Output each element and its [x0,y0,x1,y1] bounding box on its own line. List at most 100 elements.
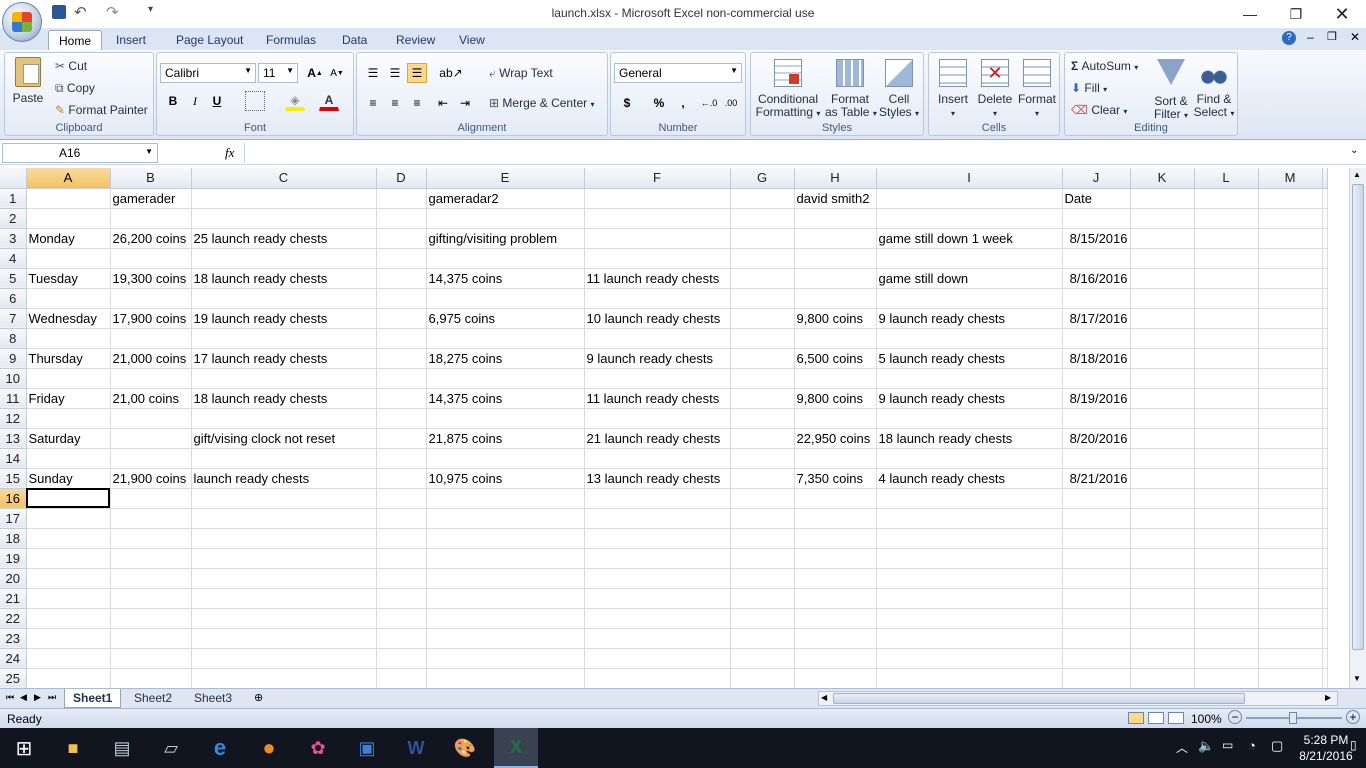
word-icon[interactable]: W [400,732,432,764]
cell-e25[interactable] [426,668,585,688]
cell-b22[interactable] [110,608,192,629]
cell-l22[interactable] [1194,608,1259,629]
cell-h13[interactable]: 22,950 coins [794,428,877,449]
cell-b14[interactable] [110,448,192,469]
cell-f1[interactable] [584,188,731,209]
borders-icon[interactable] [245,91,265,111]
cell-h1[interactable]: david smith2 [794,188,877,209]
cell-g24[interactable] [730,648,795,669]
cell-e21[interactable] [426,588,585,609]
cell-a25[interactable] [26,668,111,688]
cell-d13[interactable] [376,428,427,449]
column-header-m[interactable]: M [1258,168,1323,189]
cell-m25[interactable] [1258,668,1323,688]
align-bottom-icon[interactable]: ☰ [407,63,427,83]
page-layout-view-icon[interactable] [1148,712,1164,724]
cell-l5[interactable] [1194,268,1259,289]
cell-e16[interactable] [426,488,585,509]
name-box-dropdown-icon[interactable]: ▼ [145,147,153,156]
normal-view-icon[interactable] [1128,712,1144,724]
cell-k2[interactable] [1130,208,1195,229]
cell-e5[interactable]: 14,375 coins [426,268,585,289]
cell-c5[interactable]: 18 launch ready chests [191,268,377,289]
cell-h4[interactable] [794,248,877,269]
autosum-button[interactable]: Σ AutoSum ▾ [1071,59,1138,73]
cell-e9[interactable]: 18,275 coins [426,348,585,369]
cell-h11[interactable]: 9,800 coins [794,388,877,409]
cell-c24[interactable] [191,648,377,669]
column-header-g[interactable]: G [730,168,795,189]
cell-l10[interactable] [1194,368,1259,389]
tab-page-layout[interactable]: Page Layout [166,30,253,50]
cell-e12[interactable] [426,408,585,429]
cell-c2[interactable] [191,208,377,229]
tab-insert[interactable]: Insert [106,30,156,50]
cell-d14[interactable] [376,448,427,469]
decrease-decimal-icon[interactable]: .00 [721,93,741,113]
cell-i11[interactable]: 9 launch ready chests [876,388,1063,409]
cell-m4[interactable] [1258,248,1323,269]
cell-f4[interactable] [584,248,731,269]
cell-j1[interactable]: Date [1062,188,1131,209]
cell-a20[interactable] [26,568,111,589]
font-name-combo[interactable]: Calibri ▼ [160,63,256,83]
cell-j22[interactable] [1062,608,1131,629]
cell-k22[interactable] [1130,608,1195,629]
cell-a2[interactable] [26,208,111,229]
cell-g6[interactable] [730,288,795,309]
cell-j14[interactable] [1062,448,1131,469]
cell-g17[interactable] [730,508,795,529]
row-header[interactable]: 20 [0,568,27,589]
cell-j11[interactable]: 8/19/2016 [1062,388,1131,409]
cell-c21[interactable] [191,588,377,609]
cell-b15[interactable]: 21,900 coins [110,468,192,489]
align-top-icon[interactable]: ☰ [363,63,383,83]
cell-c12[interactable] [191,408,377,429]
cell-g10[interactable] [730,368,795,389]
cell-j25[interactable] [1062,668,1131,688]
align-left-icon[interactable]: ≡ [363,93,383,113]
cell-i5[interactable]: game still down [876,268,1063,289]
windows-start-icon[interactable]: ⊞ [8,732,40,764]
row-header[interactable]: 25 [0,668,27,688]
sheet-tab-sheet1[interactable]: Sheet1 [64,689,122,708]
cell-h14[interactable] [794,448,877,469]
cell-j2[interactable] [1062,208,1131,229]
cell-a12[interactable] [26,408,111,429]
cell-a8[interactable] [26,328,111,349]
row-header[interactable]: 1 [0,188,27,209]
cell-a5[interactable]: Tuesday [26,268,111,289]
cell-a19[interactable] [26,548,111,569]
cell-a18[interactable] [26,528,111,549]
help-icon[interactable]: ? [1282,31,1296,45]
cell-i15[interactable]: 4 launch ready chests [876,468,1063,489]
cell-i23[interactable] [876,628,1063,649]
notepad-icon[interactable]: ▱ [155,732,187,764]
cell-l24[interactable] [1194,648,1259,669]
vertical-scrollbar[interactable]: ▲ ▼ [1349,168,1366,688]
cell-c22[interactable] [191,608,377,629]
row-header[interactable]: 13 [0,428,27,449]
insert-sheet-icon[interactable]: ⊕ [254,691,263,704]
cell-f8[interactable] [584,328,731,349]
row-header[interactable]: 2 [0,208,27,229]
horizontal-scrollbar[interactable]: ◀ ▶ [818,691,1338,706]
cell-f25[interactable] [584,668,731,688]
cell-i19[interactable] [876,548,1063,569]
underline-button[interactable]: U [207,91,227,111]
cell-m13[interactable] [1258,428,1323,449]
cell-e20[interactable] [426,568,585,589]
show-hidden-icons[interactable]: ︿ [1176,739,1188,756]
cell-g9[interactable] [730,348,795,369]
cell-i16[interactable] [876,488,1063,509]
cell-k13[interactable] [1130,428,1195,449]
cell-i6[interactable] [876,288,1063,309]
cell-c14[interactable] [191,448,377,469]
worksheet-grid[interactable]: ABCDEFGHIJKLM 1 gamerader gameradar2 david … [0,168,1349,688]
cell-k6[interactable] [1130,288,1195,309]
cell-e7[interactable]: 6,975 coins [426,308,585,329]
cell-l23[interactable] [1194,628,1259,649]
cell-e24[interactable] [426,648,585,669]
cell-k20[interactable] [1130,568,1195,589]
cell-l7[interactable] [1194,308,1259,329]
